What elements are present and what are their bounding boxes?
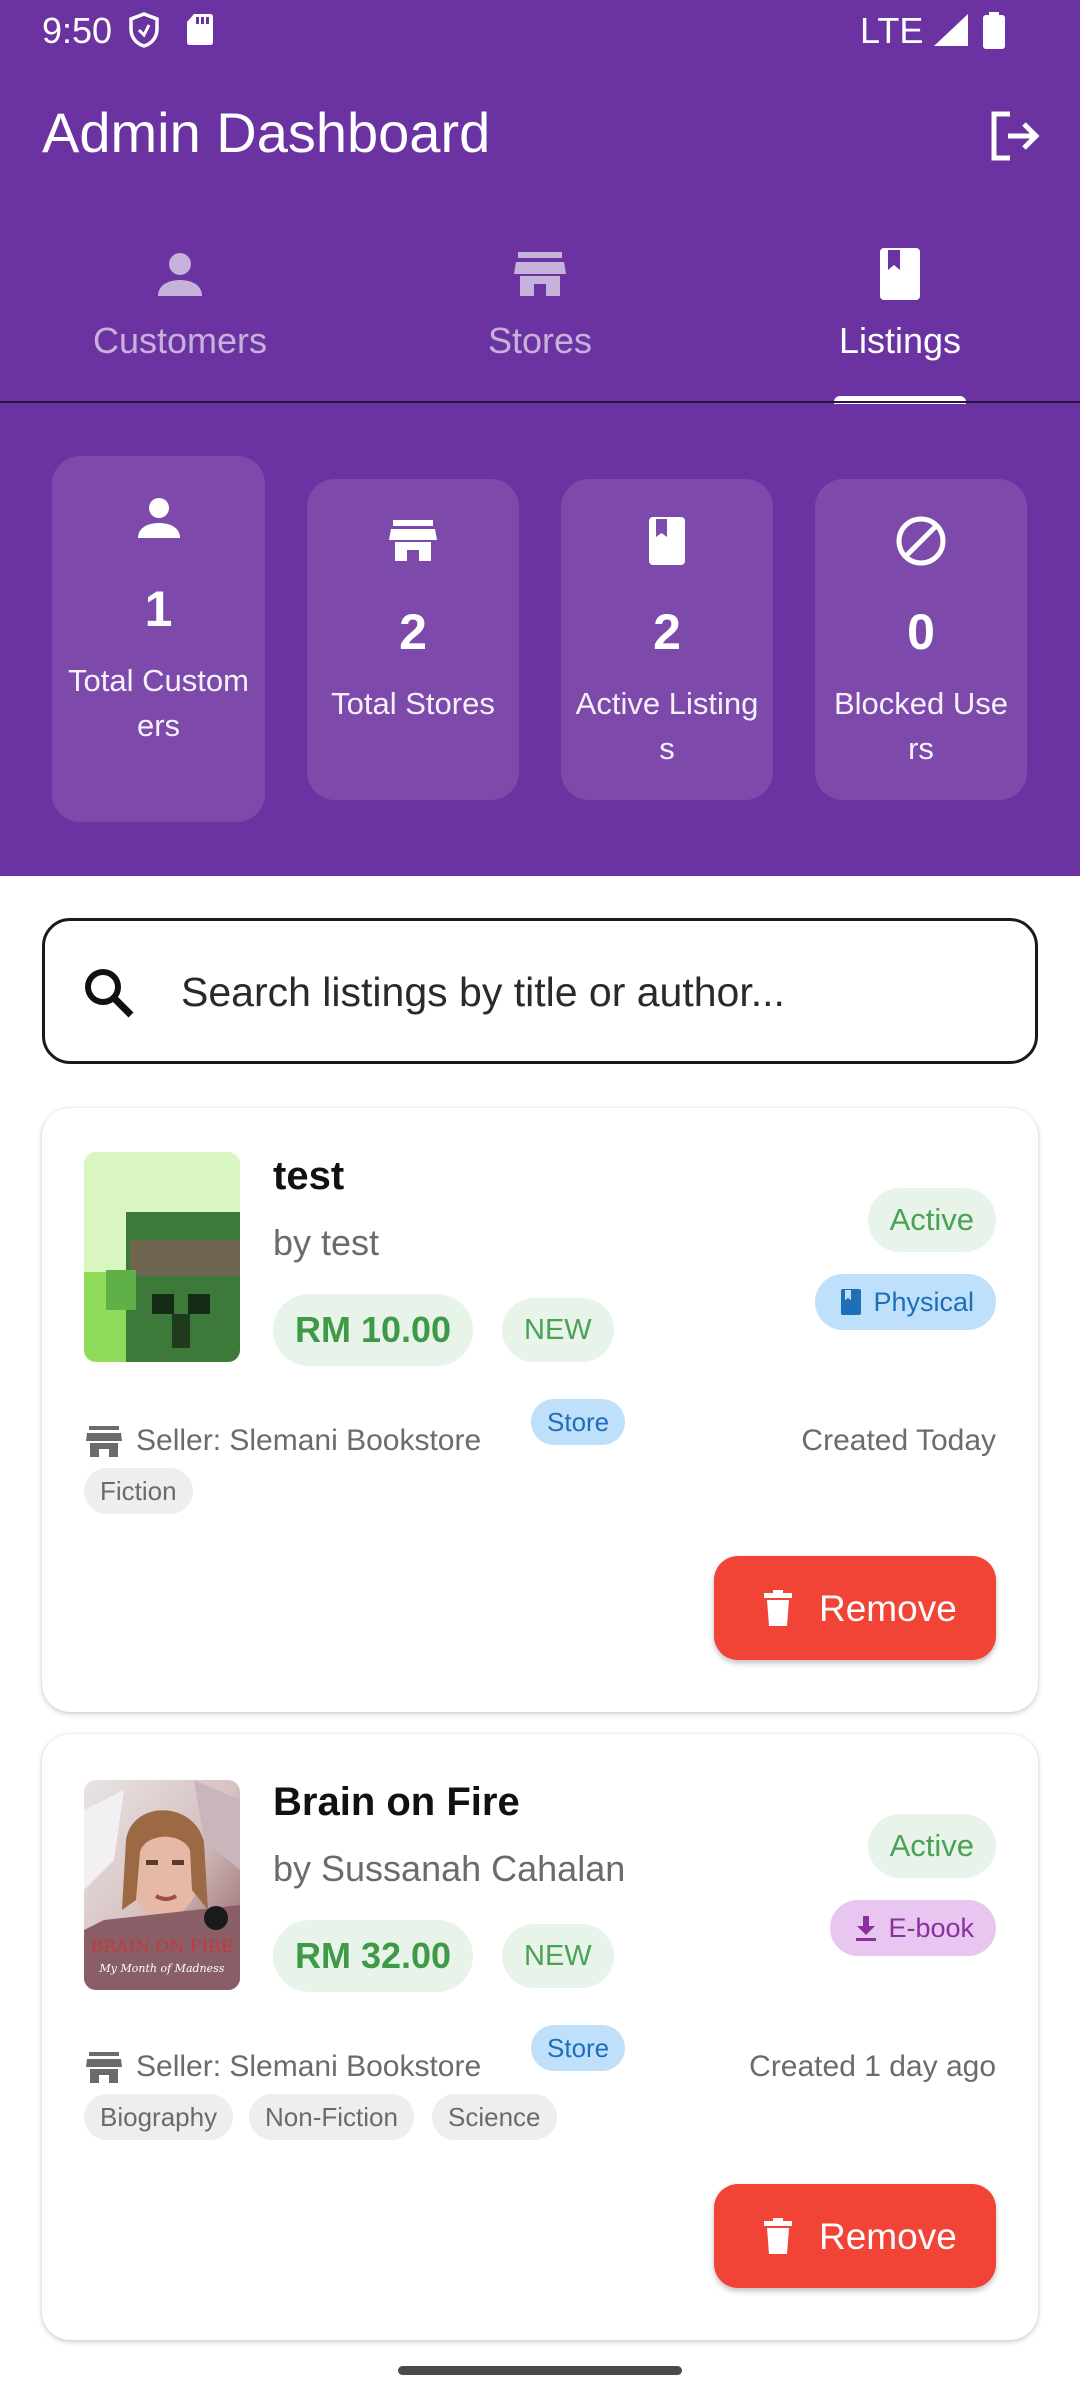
trash-icon — [764, 2218, 792, 2254]
tab-stores[interactable]: Stores — [360, 228, 720, 402]
condition-badge: NEW — [502, 1298, 614, 1362]
listing-author: by Sussanah Cahalan — [273, 1848, 626, 1889]
created-date: Created 1 day ago — [749, 2050, 996, 2083]
store-badge: Store — [531, 1399, 626, 1445]
seller-name: Seller: Slemani Bookstore — [136, 2050, 482, 2083]
download-icon — [856, 1916, 877, 1941]
header-region: 9:50 LTE Admin Dashboard Customers Store… — [0, 0, 1080, 876]
divider — [0, 401, 1080, 403]
stat-label: Active Listings — [575, 686, 759, 766]
remove-button[interactable]: Remove — [714, 1556, 996, 1660]
store-icon — [389, 520, 437, 561]
book-icon — [649, 517, 685, 565]
trash-icon — [764, 1590, 792, 1626]
stat-label: Blocked Users — [833, 686, 1009, 766]
book-cover-image — [84, 1152, 240, 1362]
tab-bar: Customers Stores Listings — [0, 228, 1080, 404]
listing-card: test by test RM 10.00 NEW Active Physica… — [42, 1108, 1038, 1712]
store-badge: Store — [531, 2025, 626, 2071]
cover-subtitle-text: My Month of Madness — [99, 1962, 225, 1975]
stat-value: 1 — [144, 581, 173, 637]
created-date: Created Today — [801, 1424, 996, 1457]
tab-label: Stores — [487, 320, 593, 361]
page-title: Admin Dashboard — [42, 101, 491, 164]
search-icon — [85, 969, 134, 1018]
person-icon — [137, 498, 180, 538]
tab-label: Listings — [838, 320, 962, 361]
store-icon — [86, 2052, 122, 2083]
status-bar: 9:50 LTE — [0, 0, 1080, 62]
status-badge: Active — [867, 1188, 996, 1252]
price-badge: RM 10.00 — [273, 1294, 474, 1366]
stat-label: Total Customers — [68, 663, 249, 743]
search-input[interactable]: Search listings by title or author... — [42, 918, 1038, 1064]
price-badge: RM 32.00 — [273, 1920, 474, 1992]
stat-value: 2 — [653, 604, 681, 660]
stat-card-active-listings: 2 Active Listings — [561, 479, 773, 800]
type-badge: Physical — [815, 1274, 996, 1330]
remove-label: Remove — [819, 1588, 957, 1629]
status-badge: Active — [867, 1814, 996, 1878]
stat-card-stores: 2 Total Stores — [307, 479, 519, 800]
block-icon — [896, 516, 946, 566]
store-icon — [514, 252, 566, 296]
logout-icon[interactable] — [986, 108, 1042, 164]
cover-title-text: BRAIN ON FIRE — [91, 1937, 234, 1957]
battery-icon — [983, 12, 1005, 49]
admin-dashboard-screen: 9:50 LTE Admin Dashboard Customers Store… — [0, 0, 1080, 2400]
tab-listings[interactable]: Listings — [720, 228, 1080, 402]
type-label: E-book — [888, 1913, 974, 1943]
person-icon — [158, 253, 202, 296]
remove-button[interactable]: Remove — [714, 2184, 996, 2288]
listing-card: BRAIN ON FIRE My Month of Madness Brain … — [42, 1734, 1038, 2340]
stat-card-customers: 1 Total Customers — [52, 456, 265, 822]
listing-title: Brain on Fire — [273, 1780, 520, 1824]
search-placeholder: Search listings by title or author... — [181, 969, 785, 1015]
tab-customers[interactable]: Customers — [0, 228, 360, 402]
home-indicator[interactable] — [398, 2366, 682, 2375]
shield-icon — [129, 12, 159, 48]
genre-chip: Biography — [84, 2094, 234, 2140]
stat-card-blocked-users: 0 Blocked Users — [815, 479, 1027, 800]
tab-label: Customers — [92, 320, 268, 361]
type-badge: E-book — [830, 1900, 996, 1956]
seller-name: Seller: Slemani Bookstore — [136, 1424, 482, 1457]
status-time: 9:50 — [42, 10, 113, 51]
genre-chip: Fiction — [84, 1468, 193, 1514]
book-cover-image: BRAIN ON FIRE My Month of Madness — [84, 1780, 240, 1990]
stat-value: 2 — [399, 604, 427, 660]
stat-value: 0 — [907, 604, 935, 660]
remove-label: Remove — [819, 2216, 957, 2257]
genre-chip: Non-Fiction — [249, 2094, 414, 2140]
signal-icon — [934, 14, 968, 46]
network-type: LTE — [860, 10, 924, 51]
condition-badge: NEW — [502, 1924, 614, 1988]
genre-chip: Science — [432, 2094, 557, 2140]
type-label: Physical — [873, 1287, 974, 1317]
listing-title: test — [273, 1154, 345, 1198]
store-icon — [86, 1426, 122, 1457]
listing-author: by test — [273, 1222, 380, 1263]
book-icon — [880, 248, 920, 300]
sd-card-icon — [187, 14, 213, 45]
stat-label: Total Stores — [331, 686, 495, 721]
book-icon — [841, 1289, 862, 1315]
